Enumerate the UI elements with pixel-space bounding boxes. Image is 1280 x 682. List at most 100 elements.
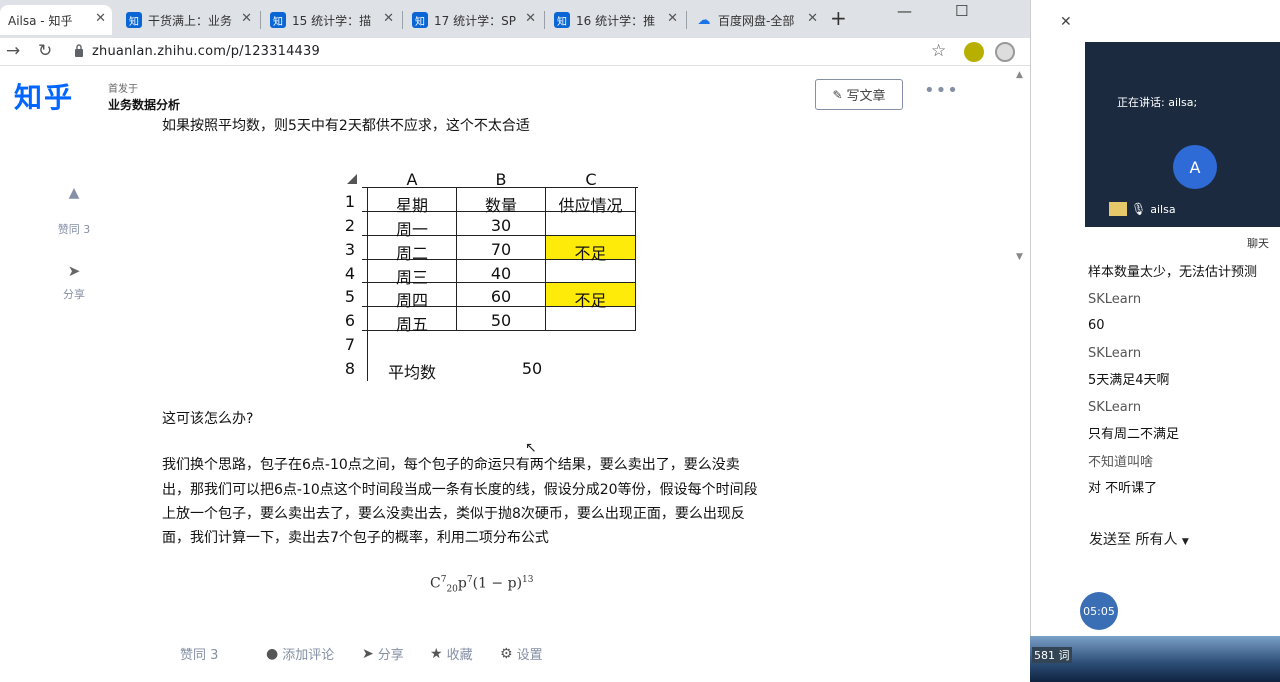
cell-status: 不足: [574, 244, 607, 263]
cell-day: 周二: [395, 244, 428, 263]
gear-icon: ⚙: [500, 645, 513, 662]
row-number: 3: [344, 240, 356, 259]
formula-c-sub: 20: [446, 584, 458, 595]
comment-button[interactable]: ● 添加评论: [266, 644, 334, 664]
cut-line-text: 如果按照平均数，则5天中有2天都供不应求，这个不太合适: [162, 118, 530, 133]
settings-button[interactable]: ⚙ 设置: [500, 644, 543, 664]
formula-rest: (1 − p): [472, 575, 523, 592]
bookmark-star-icon[interactable]: ☆: [931, 41, 946, 61]
paragraph-line: 我们换个思路，包子在6点-10点之间，每个包子的命运只有两个结果，要么卖出了，要…: [162, 457, 740, 473]
address-bar: → ↻ zhuanlan.zhihu.com/p/123314439 ☆: [0, 38, 1030, 66]
row-number: 7: [344, 335, 356, 354]
chat-sender: SKLearn: [1088, 400, 1142, 415]
vote-label: 赞同 3: [180, 648, 219, 663]
maximize-icon[interactable]: ☐: [955, 2, 968, 20]
close-icon[interactable]: ✕: [1060, 14, 1072, 30]
grid-line: [362, 187, 638, 188]
tab-stats-17[interactable]: 知 17 统计学：SP ✕: [404, 5, 542, 35]
paragraph-line: 面，我们计算一下，卖出去7个包子的概率，利用二项分布公式: [162, 530, 549, 546]
cell-qty: 70: [490, 240, 512, 259]
chat-message: 5天满足4天啊: [1088, 373, 1170, 388]
tab-baidu-pan[interactable]: ☁ 百度网盘-全部 ✕: [688, 5, 824, 35]
cell-qty: 50: [490, 311, 512, 330]
chat-message: 对 不听课了: [1088, 481, 1158, 496]
cell-day: 周四: [395, 291, 428, 310]
reload-icon[interactable]: ↻: [38, 41, 52, 61]
article-cut-line: 如果按照平均数，则5天中有2天都供不应求，这个不太合适: [162, 113, 622, 133]
tab-separator: [260, 11, 261, 29]
header-day: 星期: [395, 196, 428, 215]
header-status: 供应情况: [558, 196, 623, 215]
mouse-cursor-icon: ↖: [525, 440, 537, 456]
row-number: 5: [344, 287, 356, 306]
microphone-icon[interactable]: 🎙: [1131, 202, 1146, 216]
paper-plane-icon: ➤: [362, 645, 374, 662]
close-tab-icon[interactable]: ✕: [525, 11, 536, 26]
cell-status: 不足: [574, 291, 607, 310]
new-tab-button[interactable]: +: [830, 6, 847, 30]
cell-day: 周一: [395, 220, 428, 239]
tab-stats-16[interactable]: 知 16 统计学：推 ✕: [546, 5, 684, 35]
video-tile: 正在讲话: ailsa; A 🎙 ailsa: [1085, 42, 1280, 227]
column-name-link[interactable]: 业务数据分析: [108, 96, 180, 113]
timer-badge: 05:05: [1080, 592, 1118, 630]
share-button[interactable]: ➤ 分享: [362, 644, 404, 664]
speaking-indicator: 正在讲话: ailsa;: [1117, 96, 1198, 109]
zhihu-logo[interactable]: 知乎: [14, 76, 74, 116]
close-tab-icon[interactable]: ✕: [383, 11, 394, 26]
chat-message: 只有周二不满足: [1088, 427, 1180, 442]
profile-avatar-icon[interactable]: [995, 42, 1015, 62]
send-to-target: 所有人: [1135, 532, 1178, 548]
extension-icon[interactable]: [964, 42, 984, 62]
tab-business[interactable]: 知 干货满上：业务 ✕: [118, 5, 258, 35]
send-to-selector[interactable]: 发送至 所有人 ▼: [1089, 529, 1189, 549]
chat-title: 聊天: [1247, 237, 1269, 250]
more-icon[interactable]: •••: [924, 80, 959, 101]
header-qty: 数量: [484, 196, 517, 215]
chat-sender: SKLearn: [1088, 292, 1142, 307]
comment-bubble-icon: ●: [266, 645, 279, 662]
tab-ailsa[interactable]: Ailsa - 知乎 ✕: [0, 5, 112, 35]
write-article-button[interactable]: ✎ 写文章: [815, 79, 903, 110]
chat-sender: 不知道叫啥: [1088, 455, 1154, 470]
row-number: 4: [344, 264, 356, 283]
close-tab-icon[interactable]: ✕: [667, 11, 678, 26]
tab-stats-15[interactable]: 知 15 统计学：描 ✕: [262, 5, 400, 35]
cloud-icon: ☁: [697, 12, 711, 28]
picture-icon: [1109, 202, 1127, 216]
close-tab-icon[interactable]: ✕: [241, 11, 252, 26]
spreadsheet-image: A B C 1 2 3 4 5 6 7 8 星期 数量 供应情况 周一 30 周…: [340, 170, 640, 382]
collect-button[interactable]: ★ 收藏: [430, 644, 473, 664]
cell-qty: 30: [490, 216, 512, 235]
grid-line: [635, 187, 636, 331]
chat-message: 60: [1088, 318, 1105, 333]
row-number: 1: [344, 192, 356, 211]
article-action-bar: 赞同 3 ● 添加评论 ➤ 分享 ★ 收藏 ⚙ 设置: [160, 636, 1020, 676]
url-field[interactable]: zhuanlan.zhihu.com/p/123314439: [92, 44, 320, 59]
scroll-up-icon[interactable]: ▲: [1016, 70, 1023, 80]
vote-button[interactable]: 赞同 3: [180, 644, 218, 663]
chat-message: 样本数量太少，无法估计预测: [1088, 265, 1258, 280]
side-share-button[interactable]: ➤ 分享: [54, 262, 94, 302]
cell-day: 周三: [395, 268, 428, 287]
collect-label: 收藏: [446, 648, 473, 663]
cell-qty: 60: [490, 287, 512, 306]
formula-p: p: [457, 575, 467, 592]
scroll-down-icon[interactable]: ▼: [1016, 252, 1023, 262]
chevron-down-icon: ▼: [1181, 537, 1189, 547]
paper-plane-icon: ➤: [67, 262, 81, 280]
tab-label: 百度网盘-全部: [718, 13, 795, 28]
lock-icon: [75, 44, 83, 57]
close-tab-icon[interactable]: ✕: [95, 11, 106, 26]
side-vote-label: 赞同 3: [57, 223, 91, 236]
tab-label: 16 统计学：推: [576, 13, 656, 28]
side-vote-button[interactable]: ▲ 赞同 3: [54, 185, 94, 237]
row-number: 8: [344, 359, 356, 378]
chat-sender: SKLearn: [1088, 346, 1142, 361]
zhihu-favicon-icon: 知: [412, 12, 428, 28]
close-tab-icon[interactable]: ✕: [807, 11, 818, 26]
tab-label: 干货满上：业务: [148, 13, 233, 28]
back-arrow-icon[interactable]: →: [6, 41, 20, 61]
zhihu-favicon-icon: 知: [270, 12, 286, 28]
minimize-icon[interactable]: —: [897, 2, 912, 20]
